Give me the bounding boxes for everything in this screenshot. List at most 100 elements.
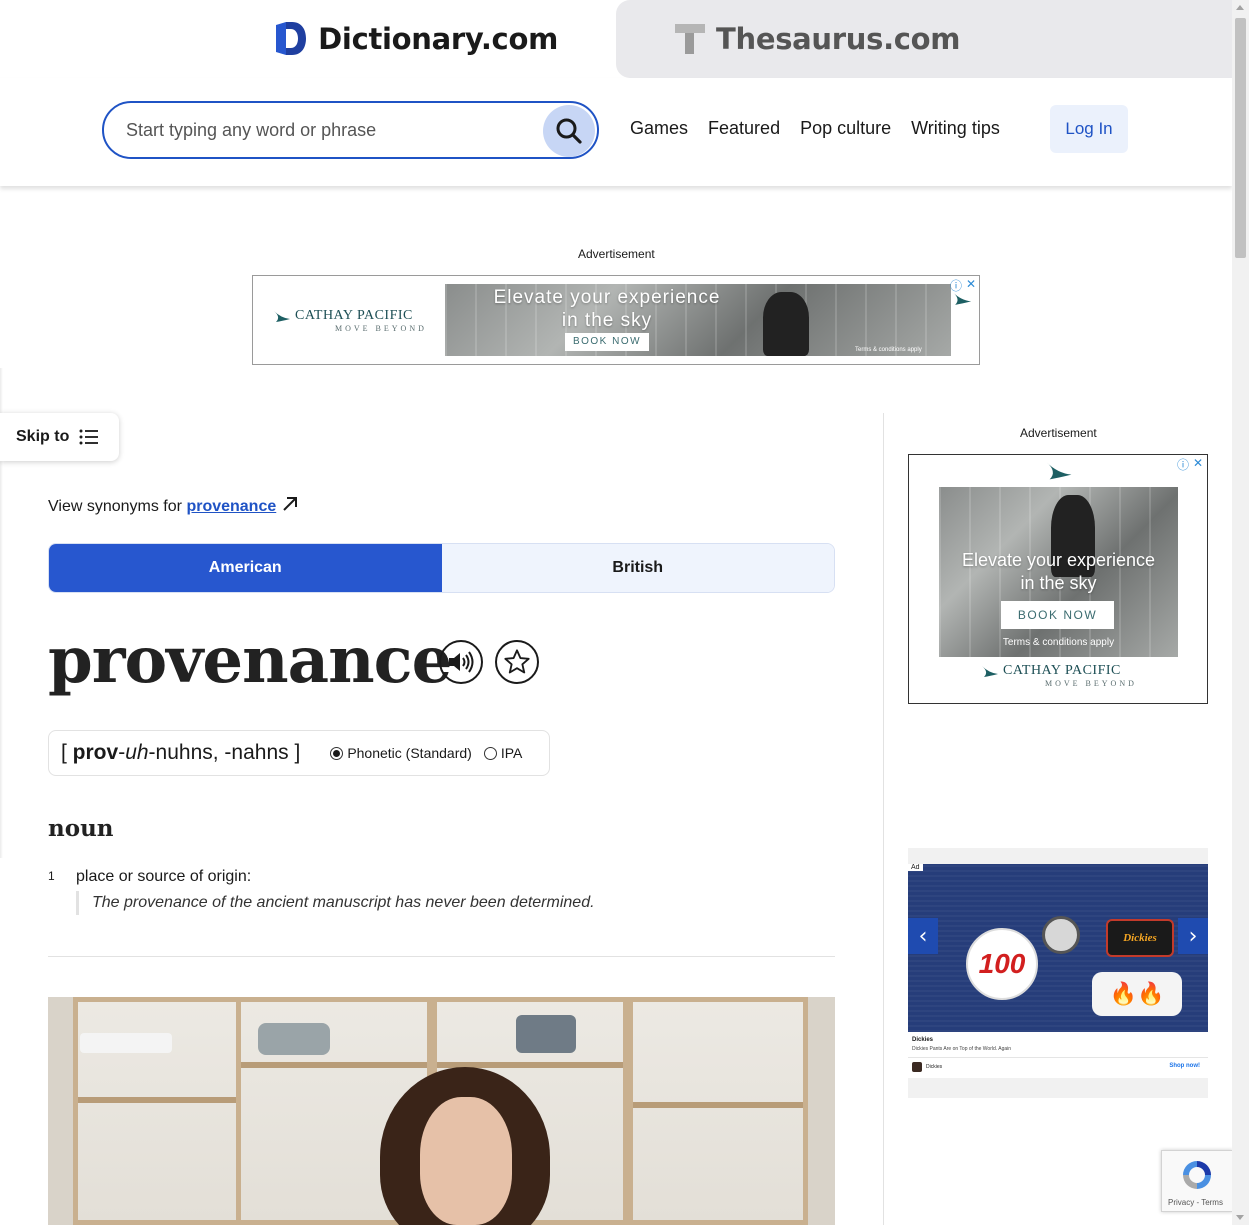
external-arrow-icon[interactable]: [281, 495, 299, 513]
view-synonyms-prefix: View synonyms for: [48, 498, 182, 515]
radio-ipa-dot[interactable]: [483, 746, 497, 760]
cathay-brushwing-icon: [274, 311, 290, 322]
pronunciation-text: [ prov-uh-nuhns, -nahns ]: [61, 741, 301, 764]
thesaurus-tab[interactable]: Thesaurus.com: [616, 0, 1232, 78]
ad-choices[interactable]: ⓘ ✕: [1177, 456, 1203, 473]
part-of-speech: noun: [48, 815, 114, 842]
scroll-down-arrow[interactable]: [1236, 1215, 1244, 1220]
ad-label-top: Advertisement: [578, 247, 655, 261]
radio-ipa-label: IPA: [500, 745, 523, 761]
scroll-up-arrow[interactable]: [1236, 5, 1244, 10]
ad-headline: Elevate your experience in the sky: [961, 550, 1156, 593]
audio-button[interactable]: [439, 640, 483, 684]
dickies-ad-image: Ad ‹ › 100 Dickies 🔥🔥: [908, 864, 1208, 1032]
dictionary-brand-name: Dictionary.com: [318, 22, 558, 56]
dialect-toggle: American British: [48, 543, 835, 593]
speaker-icon: [449, 651, 474, 673]
cabinet: [73, 997, 241, 1225]
section-divider: [48, 956, 835, 957]
patch-dickies: Dickies: [1106, 919, 1174, 957]
brand-tabs: Dictionary.com Thesaurus.com: [0, 0, 1232, 78]
ad-terms: Terms & conditions apply: [855, 347, 922, 353]
thesaurus-logo[interactable]: Thesaurus.com: [674, 22, 961, 56]
radio-phonetic-dot[interactable]: [330, 746, 344, 760]
cathay-side-ad[interactable]: ⓘ ✕ Elevate your experience in the sky BO…: [908, 454, 1208, 704]
recaptcha-links[interactable]: Privacy - Terms: [1168, 1198, 1223, 1207]
nav-pop-culture[interactable]: Pop culture: [800, 118, 891, 139]
bowls: [258, 1023, 330, 1055]
column-divider: [883, 413, 884, 1225]
presenter-face: [420, 1097, 512, 1225]
dickies-advertiser: Dickies: [926, 1064, 943, 1070]
thesaurus-logo-icon: [675, 24, 705, 54]
ad-close-icon[interactable]: ✕: [1193, 456, 1203, 473]
ad-headline: Elevate your experience in the sky: [493, 287, 721, 331]
fire-patch: 🔥🔥: [1092, 972, 1182, 1016]
favorite-button[interactable]: [495, 640, 539, 684]
radio-ipa[interactable]: IPA: [483, 745, 523, 761]
login-button[interactable]: Log In: [1050, 105, 1128, 153]
cathay-tagline: MOVE BEYOND: [1045, 679, 1137, 688]
dickies-ad[interactable]: Ad ‹ › 100 Dickies 🔥🔥 Dickies Dickies Pa…: [908, 848, 1208, 1098]
nav-games[interactable]: Games: [630, 118, 688, 139]
ad-book-now-button[interactable]: BOOK NOW: [1001, 601, 1114, 629]
dickies-shop-button[interactable]: Shop now!: [1169, 1063, 1200, 1069]
recaptcha-icon: [1183, 1161, 1211, 1189]
list-icon: [79, 429, 99, 445]
radio-phonetic-label: Phonetic (Standard): [347, 745, 472, 761]
video-player[interactable]: [48, 997, 835, 1225]
search-button[interactable]: [543, 105, 595, 157]
cabinet: [628, 997, 808, 1225]
page-scrollbar[interactable]: [1232, 0, 1249, 1225]
patch-100: 100: [966, 928, 1038, 1000]
main-nav: Games Featured Pop culture Writing tips: [630, 118, 1020, 139]
site-header: Games Featured Pop culture Writing tips …: [0, 78, 1232, 186]
definition-number: 1: [48, 869, 55, 883]
scroll-thumb[interactable]: [1235, 18, 1246, 258]
search-bar: [102, 101, 599, 159]
dickies-favicon: [912, 1062, 922, 1072]
ad-photo: Elevate your experience in the sky BOOK …: [445, 284, 951, 356]
definition-example: The provenance of the ancient manuscript…: [76, 891, 595, 915]
tab-american[interactable]: American: [49, 544, 442, 592]
bowls: [516, 1015, 576, 1053]
dickies-ad-footer: Dickies Dickies Pants Are on Top of the …: [908, 1032, 1208, 1078]
radio-phonetic[interactable]: Phonetic (Standard): [330, 745, 472, 761]
plates: [80, 1033, 172, 1053]
dictionary-tab[interactable]: Dictionary.com: [0, 0, 630, 78]
ad-book-now-button[interactable]: BOOK NOW: [565, 333, 649, 351]
button-patch: [1042, 916, 1080, 954]
cathay-top-ad[interactable]: CATHAY PACIFIC MOVE BEYOND Elevate your …: [252, 275, 980, 365]
ad-badge: Ad: [908, 864, 923, 871]
headword: provenance: [48, 623, 452, 698]
chevron-right-icon: ›: [1188, 923, 1198, 949]
skip-to-button[interactable]: Skip to: [0, 413, 119, 461]
thesaurus-brand-name: Thesaurus.com: [716, 22, 961, 56]
cathay-brand-name: CATHAY PACIFIC: [295, 308, 413, 323]
skip-to-label: Skip to: [16, 428, 70, 445]
pronunciation-box: [ prov-uh-nuhns, -nahns ] Phonetic (Stan…: [48, 730, 550, 776]
dickies-title: Dickies: [912, 1037, 934, 1043]
search-input[interactable]: [126, 113, 526, 147]
search-icon: [556, 118, 582, 144]
cathay-logo: CATHAY PACIFIC MOVE BEYOND: [981, 663, 1137, 688]
nav-writing-tips[interactable]: Writing tips: [911, 118, 1000, 139]
dictionary-logo[interactable]: Dictionary.com: [274, 21, 558, 57]
cathay-tagline: MOVE BEYOND: [335, 324, 427, 333]
ad-model: [763, 292, 809, 356]
cathay-brand-name: CATHAY PACIFIC: [1003, 663, 1121, 678]
cathay-brushwing-icon: [982, 666, 998, 677]
nav-featured[interactable]: Featured: [708, 118, 780, 139]
carousel-prev-button[interactable]: ‹: [908, 918, 938, 954]
tab-british[interactable]: British: [441, 544, 834, 592]
definition-text: place or source of origin:: [76, 868, 252, 885]
synonym-link[interactable]: provenance: [186, 498, 276, 515]
carousel-next-button[interactable]: ›: [1178, 918, 1208, 954]
ad-info-icon[interactable]: ⓘ: [1177, 456, 1189, 473]
recaptcha-badge[interactable]: Privacy - Terms: [1161, 1150, 1233, 1212]
cathay-brushwing-icon: [952, 292, 972, 305]
ad-terms: Terms & conditions apply: [1002, 637, 1115, 648]
ad-label-side: Advertisement: [1020, 426, 1097, 440]
chevron-left-icon: ‹: [918, 923, 928, 949]
view-synonyms: View synonyms for provenance: [48, 495, 299, 516]
